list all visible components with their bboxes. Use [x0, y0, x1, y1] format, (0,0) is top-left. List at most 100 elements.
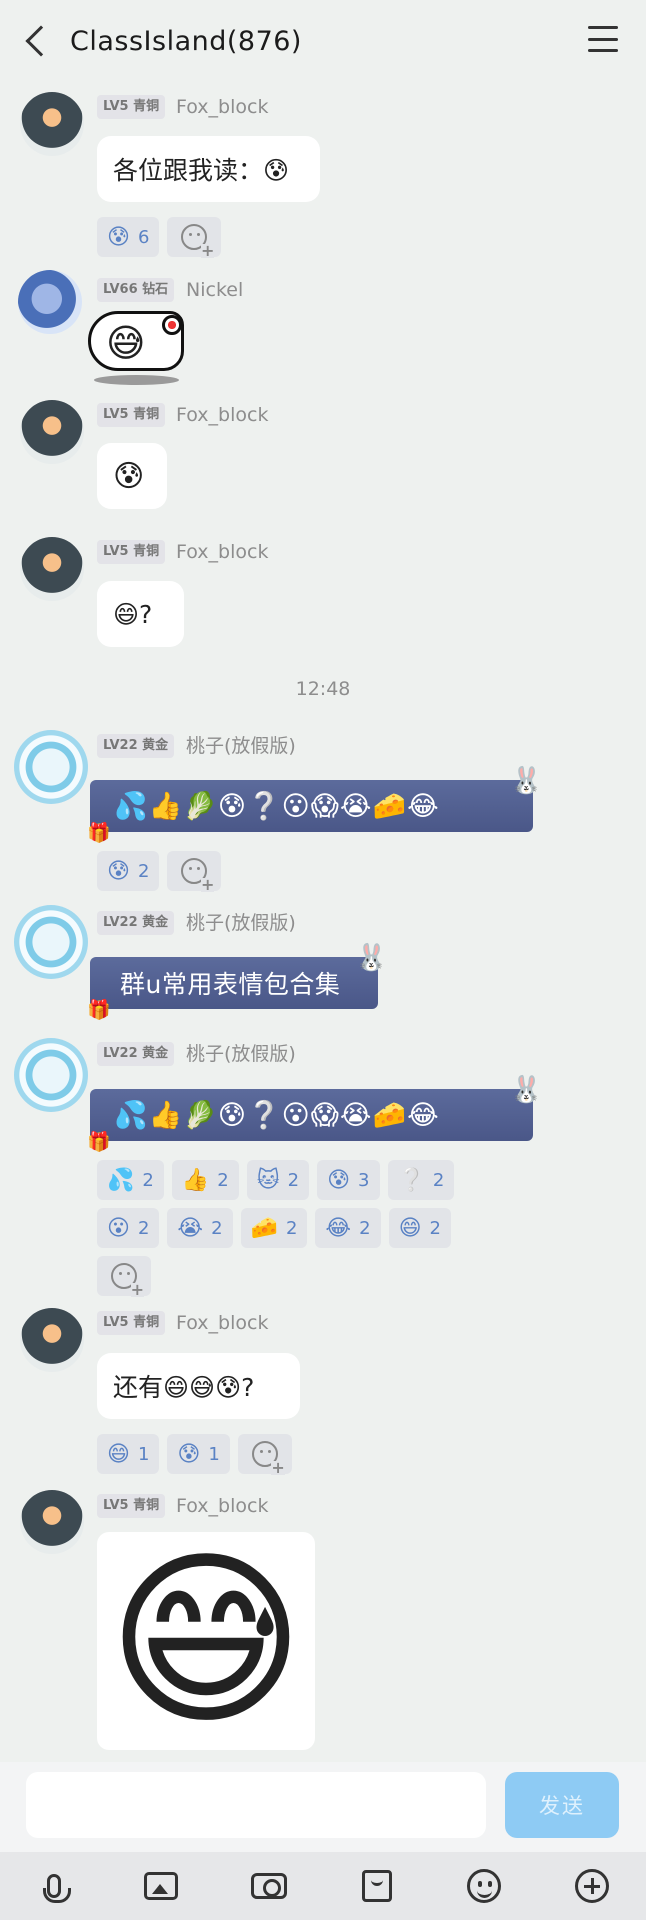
send-button[interactable]: 发送 — [505, 1772, 619, 1838]
level-badge: LV5 青铜 — [97, 95, 166, 119]
level-badge: LV22 黄金 — [97, 911, 175, 935]
reaction-chip[interactable]: 😭 2 — [167, 1208, 233, 1248]
avatar[interactable] — [14, 730, 88, 804]
fancy-bubble[interactable]: 群u常用表情包合集 🐰 🎁 — [87, 943, 388, 1021]
reaction-count: 3 — [358, 1169, 370, 1191]
reaction-chip[interactable]: 😰 3 — [317, 1160, 380, 1200]
reaction-chip[interactable]: 😄 1 — [97, 1434, 160, 1474]
reaction-count: 1 — [208, 1443, 220, 1465]
reaction-bar: 😄 1 😰 1 — [97, 1434, 517, 1475]
reaction-chip[interactable]: 😰 1 — [167, 1434, 230, 1474]
microphone-icon[interactable] — [34, 1866, 74, 1906]
level-badge: LV5 青铜 — [97, 1311, 166, 1335]
reaction-bar: 💦 2 👍 2 🐱 2 😰 3 ❔ 2 😮 2 😭 2 🧀 2 😂 2 😄 2 — [97, 1160, 497, 1297]
message-bubble[interactable]: 😄? — [97, 581, 184, 647]
reaction-chip[interactable]: 💦 2 — [97, 1160, 164, 1200]
reaction-count: 2 — [142, 1169, 154, 1191]
sticker-eye — [162, 315, 182, 335]
reaction-emoji: 😰 — [107, 858, 130, 884]
reaction-chip[interactable]: 😮 2 — [97, 1208, 160, 1248]
sender-name[interactable]: Nickel — [186, 278, 243, 302]
bubble-corner-icon: 🎁 — [87, 822, 112, 844]
reaction-count: 2 — [137, 1217, 150, 1239]
red-packet-icon[interactable] — [357, 1866, 397, 1906]
avatar[interactable] — [20, 1308, 84, 1372]
add-reaction-button[interactable] — [167, 851, 222, 892]
reaction-count: 2 — [211, 1217, 223, 1239]
image-icon[interactable] — [141, 1866, 181, 1906]
message-bubble[interactable]: 还有😄😅😰? — [97, 1353, 300, 1419]
plus-icon[interactable] — [572, 1866, 612, 1906]
reaction-emoji: 😂 — [325, 1215, 352, 1241]
message-bubble[interactable]: 😰 — [97, 443, 167, 509]
reaction-bar: 😰 6 — [97, 217, 517, 258]
level-badge: LV5 青铜 — [97, 403, 166, 427]
image-message[interactable]: 😅 — [97, 1532, 315, 1750]
reaction-emoji: 🧀 — [250, 1215, 278, 1241]
reaction-count: 2 — [429, 1217, 441, 1239]
chat-header: ClassIsland(876) — [0, 0, 646, 82]
fancy-bubble[interactable]: 💦👍🥬😰❔😮😱😭🧀😂 🐰 🎁 — [87, 1075, 543, 1153]
add-reaction-icon — [181, 858, 215, 892]
reaction-chip[interactable]: 👍 2 — [171, 1160, 239, 1200]
reaction-chip[interactable]: 🧀 2 — [240, 1208, 308, 1248]
reaction-chip[interactable]: 🐱 2 — [246, 1160, 310, 1200]
reaction-emoji: 🐱 — [256, 1167, 280, 1193]
reaction-emoji: 😭 — [177, 1215, 204, 1241]
reaction-count: 2 — [287, 1169, 300, 1191]
reaction-emoji: ❔ — [397, 1167, 425, 1193]
add-reaction-button[interactable] — [237, 1434, 292, 1475]
sender-name[interactable]: Fox_block — [176, 540, 268, 564]
chat-title: ClassIsland(876) — [70, 25, 302, 57]
reaction-emoji: 😮 — [107, 1215, 130, 1241]
reaction-emoji: 😰 — [177, 1441, 201, 1467]
camera-icon[interactable] — [249, 1866, 289, 1906]
emoji-icon[interactable] — [464, 1866, 504, 1906]
sender-name[interactable]: Fox_block — [176, 1311, 268, 1335]
add-reaction-button[interactable] — [97, 1256, 151, 1297]
reaction-chip[interactable]: ❔ 2 — [387, 1160, 455, 1200]
message-input[interactable] — [26, 1772, 486, 1838]
level-badge: LV5 青铜 — [97, 1494, 166, 1518]
sticker[interactable]: 😅 — [84, 305, 194, 385]
sender-name[interactable]: 桃子(放假版) — [186, 911, 296, 935]
reaction-chip[interactable]: 😰 2 — [97, 851, 160, 891]
back-icon[interactable] — [25, 25, 57, 57]
reaction-chip[interactable]: 😂 2 — [315, 1208, 381, 1248]
sender-name[interactable]: 桃子(放假版) — [186, 1042, 296, 1066]
reaction-count: 2 — [217, 1169, 229, 1191]
reaction-count: 2 — [285, 1217, 298, 1239]
reaction-emoji: 💦 — [107, 1167, 135, 1193]
avatar[interactable] — [20, 1490, 84, 1554]
reaction-count: 2 — [359, 1217, 371, 1239]
avatar[interactable] — [14, 905, 88, 979]
avatar[interactable] — [20, 537, 84, 601]
bubble-decoration-icon: 🐰 — [510, 766, 543, 796]
level-badge: LV22 黄金 — [97, 1042, 175, 1066]
reaction-chip[interactable]: 😰 6 — [97, 217, 160, 257]
message-bubble[interactable]: 各位跟我读：😰 — [97, 136, 320, 202]
add-reaction-button[interactable] — [167, 217, 222, 258]
sender-name[interactable]: Fox_block — [176, 403, 268, 427]
sender-name[interactable]: 桃子(放假版) — [186, 734, 296, 758]
hamburger-menu-icon[interactable] — [588, 26, 618, 52]
sender-name[interactable]: Fox_block — [176, 1494, 268, 1518]
reaction-emoji: 😄 — [398, 1215, 422, 1241]
sender-name[interactable]: Fox_block — [176, 95, 268, 119]
emoji-text: 💦👍🥬😰❔😮😱😭🧀😂 — [114, 791, 440, 822]
avatar[interactable] — [20, 400, 84, 464]
bubble-decoration-icon: 🐰 — [510, 1075, 543, 1105]
bubble-corner-icon: 🎁 — [87, 999, 112, 1021]
reaction-count: 2 — [432, 1169, 445, 1191]
reaction-count: 2 — [137, 860, 150, 882]
avatar[interactable] — [18, 270, 82, 334]
avatar[interactable] — [14, 1038, 88, 1112]
fancy-bubble[interactable]: 💦👍🥬😰❔😮😱😭🧀😂 🐰 🎁 — [87, 766, 543, 844]
bubble-corner-icon: 🎁 — [87, 1131, 112, 1153]
reaction-bar: 😰 2 — [97, 851, 517, 892]
reaction-chip[interactable]: 😄 2 — [388, 1208, 451, 1248]
level-badge: LV5 青铜 — [97, 540, 166, 564]
reaction-count: 6 — [137, 226, 150, 248]
reaction-count: 1 — [137, 1443, 150, 1465]
avatar[interactable] — [20, 92, 84, 156]
